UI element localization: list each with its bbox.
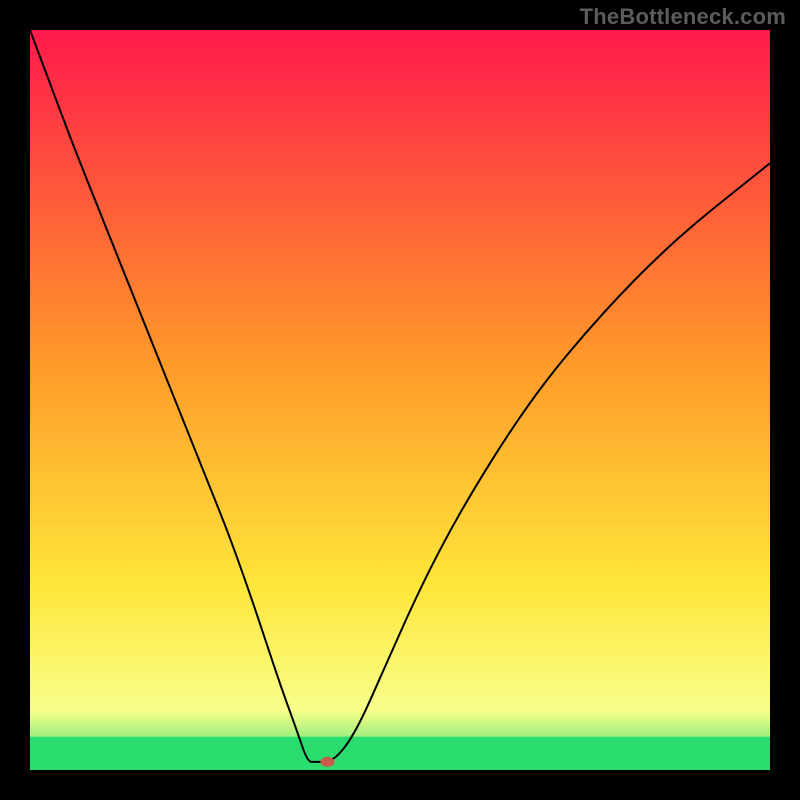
plot-area bbox=[30, 30, 770, 770]
gradient-background bbox=[30, 30, 770, 770]
watermark-text: TheBottleneck.com bbox=[580, 4, 786, 30]
chart-container: TheBottleneck.com bbox=[0, 0, 800, 800]
marker-point bbox=[320, 757, 334, 767]
chart-svg bbox=[30, 30, 770, 770]
green-band bbox=[30, 737, 770, 770]
